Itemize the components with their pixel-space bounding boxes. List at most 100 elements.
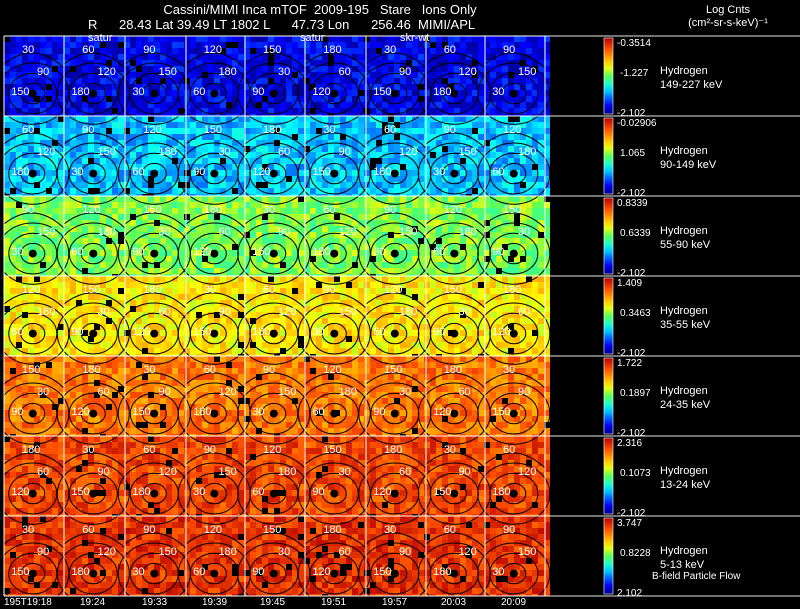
heatmap-cell	[190, 42, 196, 48]
heatmap-cell	[490, 282, 496, 288]
heatmap-cell	[394, 84, 400, 90]
heatmap-cell	[490, 312, 496, 318]
heatmap-cell	[226, 122, 232, 128]
heatmap-cell	[118, 134, 124, 140]
heatmap-cell	[370, 128, 376, 134]
heatmap-cell	[448, 306, 454, 312]
heatmap-cell	[352, 108, 358, 114]
heatmap-cell	[160, 42, 166, 48]
heatmap-cell	[358, 42, 364, 48]
heatmap-cell	[406, 128, 412, 134]
heatmap-cell	[106, 324, 112, 330]
heatmap-cell	[424, 356, 430, 362]
heatmap-cell	[10, 122, 16, 128]
heatmap-cell	[184, 48, 190, 54]
heatmap-cell	[58, 128, 64, 134]
heatmap-cell	[10, 108, 16, 114]
heatmap-cell	[466, 324, 472, 330]
heatmap-cell	[4, 362, 10, 368]
heatmap-cell	[280, 116, 286, 122]
heatmap-cell	[34, 116, 40, 122]
heatmap-cell	[286, 336, 292, 342]
heatmap-cell	[478, 196, 484, 202]
heatmap-cell	[184, 294, 190, 300]
heatmap-cell	[292, 188, 298, 194]
heatmap-cell	[454, 84, 460, 90]
heatmap-cell	[268, 348, 274, 354]
heatmap-cell	[136, 282, 142, 288]
heatmap-cell	[94, 116, 100, 122]
heatmap-cell	[136, 232, 142, 238]
heatmap-cell	[364, 42, 370, 48]
heatmap-cell	[376, 42, 382, 48]
heatmap-cell	[184, 36, 190, 42]
heatmap-cell	[202, 140, 208, 146]
heatmap-cell	[490, 348, 496, 354]
heatmap-cell	[130, 108, 136, 114]
heatmap-cell	[232, 268, 238, 274]
heatmap-cell	[214, 276, 220, 282]
heatmap-cell	[496, 36, 502, 42]
heatmap-cell	[28, 276, 34, 282]
heatmap-cell	[220, 318, 226, 324]
heatmap-cell	[46, 282, 52, 288]
heatmap-cell	[460, 36, 466, 42]
heatmap-cell	[442, 262, 448, 268]
heatmap-cell	[382, 158, 388, 164]
heatmap-cell	[310, 140, 316, 146]
heatmap-cell	[280, 208, 286, 214]
heatmap-cell	[322, 78, 328, 84]
heatmap-cell	[22, 78, 28, 84]
heatmap-cell	[136, 42, 142, 48]
heatmap-cell	[58, 42, 64, 48]
heatmap-cell	[514, 36, 520, 42]
heatmap-cell	[532, 220, 538, 226]
heatmap-cell	[280, 220, 286, 226]
heatmap-cell	[526, 336, 532, 342]
heatmap-cell	[106, 244, 112, 250]
heatmap-cell	[412, 188, 418, 194]
heatmap-cell	[178, 42, 184, 48]
heatmap-cell	[316, 312, 322, 318]
heatmap-cell	[76, 102, 82, 108]
heatmap-cell	[94, 122, 100, 128]
heatmap-cell	[442, 306, 448, 312]
heatmap-cell	[22, 226, 28, 232]
heatmap-cell	[250, 122, 256, 128]
heatmap-cell	[538, 176, 544, 182]
heatmap-cell	[250, 288, 256, 294]
heatmap-cell	[178, 356, 184, 362]
heatmap-cell	[172, 48, 178, 54]
heatmap-cell	[538, 238, 544, 244]
heatmap-cell	[394, 276, 400, 282]
heatmap-cell	[70, 72, 76, 78]
heatmap-cell	[154, 348, 160, 354]
heatmap-cell	[10, 312, 16, 318]
heatmap-cell	[538, 294, 544, 300]
heatmap-cell	[496, 48, 502, 54]
heatmap-cell	[46, 208, 52, 214]
heatmap-cell	[436, 36, 442, 42]
heatmap-cell	[172, 312, 178, 318]
heatmap-cell	[358, 294, 364, 300]
heatmap-cell	[424, 282, 430, 288]
heatmap-cell	[136, 202, 142, 208]
heatmap-cell	[442, 140, 448, 146]
heatmap-cell	[532, 42, 538, 48]
heatmap-cell	[328, 356, 334, 362]
heatmap-cell	[268, 226, 274, 232]
heatmap-cell	[28, 36, 34, 42]
heatmap-cell	[82, 196, 88, 202]
heatmap-cell	[46, 170, 52, 176]
heatmap-cell	[202, 78, 208, 84]
heatmap-cell	[496, 42, 502, 48]
heatmap-cell	[382, 66, 388, 72]
heatmap-cell	[160, 196, 166, 202]
heatmap-cell	[262, 318, 268, 324]
heatmap-cell	[394, 188, 400, 194]
heatmap-cell	[454, 324, 460, 330]
heatmap-cell	[442, 300, 448, 306]
heatmap-cell	[310, 72, 316, 78]
heatmap-cell	[382, 36, 388, 42]
heatmap-cell	[532, 122, 538, 128]
